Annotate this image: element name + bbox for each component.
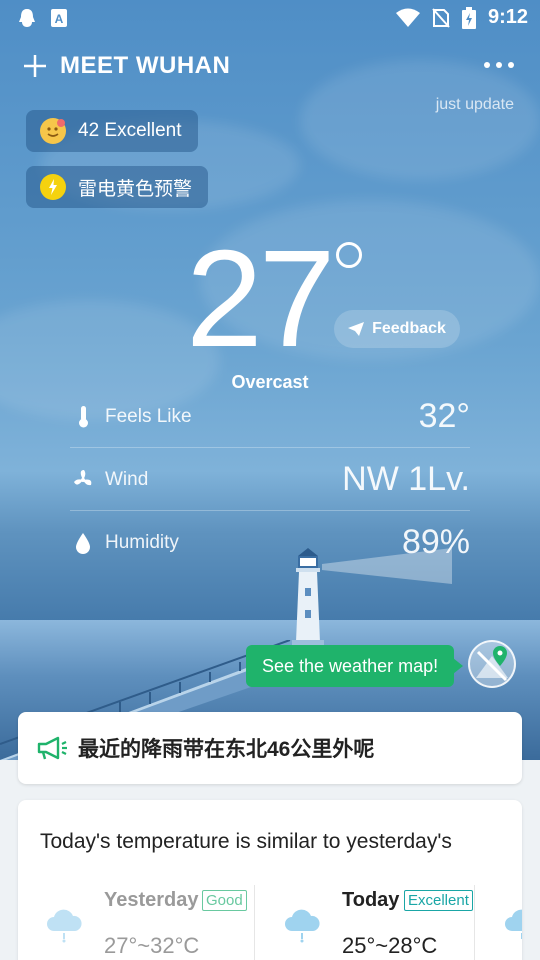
comparison-title: Today's temperature is similar to yester… bbox=[40, 830, 452, 853]
detail-feels-like: Feels Like 32° bbox=[70, 385, 470, 448]
detail-humidity: Humidity 89% bbox=[70, 511, 470, 574]
current-temperature: 27 bbox=[186, 222, 335, 376]
warning-chip[interactable]: 雷电黄色预警 bbox=[26, 166, 209, 208]
thermometer-icon bbox=[79, 406, 88, 428]
wind-label: Wind bbox=[105, 469, 149, 490]
day-divider bbox=[474, 885, 475, 960]
feedback-label: Feedback bbox=[372, 320, 446, 337]
feels-like-label: Feels Like bbox=[105, 406, 192, 427]
rain-notice-text: 最近的降雨带在东北46公里外呢 bbox=[78, 738, 375, 761]
wind-fan-icon bbox=[74, 470, 92, 486]
humidity-label: Humidity bbox=[105, 532, 179, 553]
weather-map-button[interactable]: See the weather map! bbox=[246, 645, 464, 687]
today-aqi-badge: Excellent bbox=[404, 890, 473, 911]
smiley-icon bbox=[40, 118, 66, 144]
humidity-value: 89% bbox=[401, 523, 470, 561]
yesterday-aqi-badge: Good bbox=[202, 890, 247, 911]
today-temp-range: 25°~28°C bbox=[342, 933, 438, 958]
warning-label: 雷电黄色预警 bbox=[78, 178, 193, 200]
svg-text:A: A bbox=[55, 12, 64, 26]
weather-map-label: See the weather map! bbox=[262, 655, 439, 676]
wind-value: NW 1Lv. bbox=[342, 460, 470, 498]
rain-notice-bar[interactable]: 最近的降雨带在东北46公里外呢 bbox=[18, 712, 522, 784]
aqi-label: 42 Excellent bbox=[78, 120, 182, 141]
qq-notification-icon bbox=[19, 9, 35, 27]
map-pin-icon[interactable] bbox=[468, 640, 516, 688]
feels-like-value: 32° bbox=[418, 397, 470, 435]
send-icon bbox=[348, 322, 365, 336]
app-notification-icon: A bbox=[51, 9, 67, 27]
temperature-comparison-card[interactable]: Today's temperature is similar to yester… bbox=[18, 800, 522, 960]
water-drop-icon bbox=[76, 533, 90, 554]
yesterday-label: Yesterday bbox=[104, 889, 199, 911]
wifi-icon bbox=[395, 8, 420, 27]
city-title[interactable]: MEET WUHAN bbox=[60, 52, 230, 80]
today-forecast[interactable]: Today Excellent 25°~28°C bbox=[274, 885, 494, 960]
cloud-rain-icon bbox=[285, 909, 320, 943]
add-city-icon[interactable] bbox=[22, 53, 48, 79]
lightning-warning-icon bbox=[40, 174, 66, 200]
status-time: 9:12 bbox=[487, 6, 528, 28]
yesterday-forecast[interactable]: Yesterday Good 27°~32°C bbox=[36, 885, 256, 960]
cloud-rain-icon bbox=[47, 909, 82, 943]
degree-symbol bbox=[336, 242, 362, 268]
feedback-button[interactable]: Feedback bbox=[334, 310, 460, 348]
today-label: Today bbox=[342, 889, 400, 911]
day-divider bbox=[254, 885, 255, 960]
top-bar: MEET WUHAN bbox=[0, 44, 540, 88]
yesterday-temp-range: 27°~32°C bbox=[104, 933, 200, 958]
cloud-rain-icon bbox=[505, 909, 522, 939]
detail-wind: Wind NW 1Lv. bbox=[70, 448, 470, 511]
megaphone-icon bbox=[37, 736, 67, 760]
no-sim-icon bbox=[432, 7, 450, 28]
battery-charging-icon bbox=[461, 6, 476, 29]
aqi-chip[interactable]: 42 Excellent bbox=[26, 110, 198, 152]
update-status: just update bbox=[435, 96, 514, 113]
status-bar: A 9:12 bbox=[0, 0, 540, 38]
more-options-icon[interactable] bbox=[484, 62, 514, 68]
